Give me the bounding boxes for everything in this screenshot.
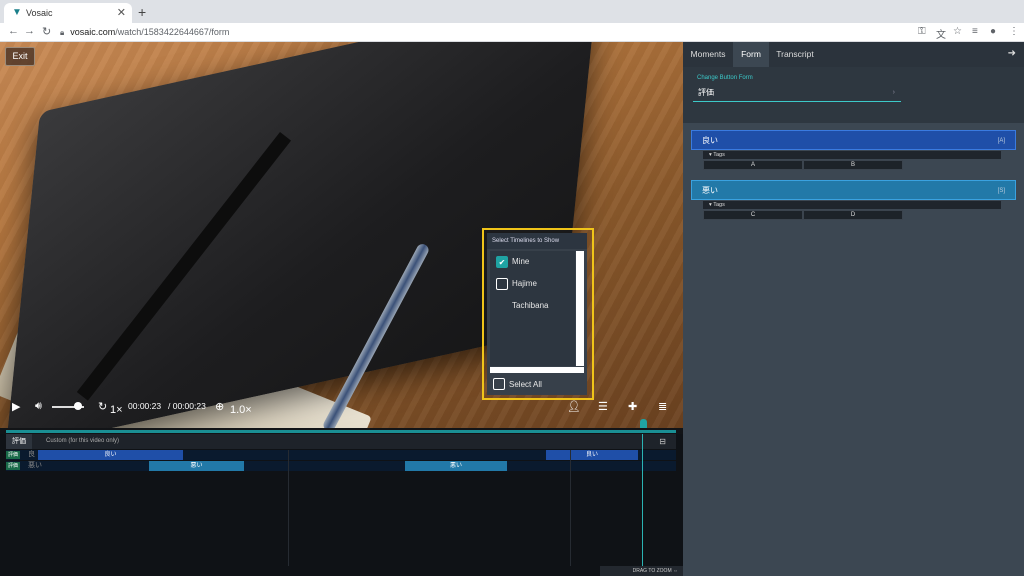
star-icon[interactable]: ☆ [953,26,962,37]
tags-label: Tags [713,202,725,208]
moment-button-label: 良い [702,136,718,145]
logout-icon[interactable]: ➜ [1008,48,1016,59]
user-filter-icon[interactable]: 👤︎ [567,400,581,413]
tab-form[interactable]: Form [733,42,769,67]
layout-icon[interactable]: ≣ [658,400,667,413]
moment-button-good[interactable]: 良い [A] [691,130,1016,150]
hotkey-label: [A] [997,138,1005,144]
tag-b[interactable]: B [803,160,903,170]
tags-header[interactable]: ▾ Tags [703,201,1001,209]
play-icon[interactable]: ▶ [12,400,20,413]
translate-icon[interactable]: 文 [936,26,946,41]
timeline-segment[interactable]: 悪い [405,461,507,471]
current-time: 00:00:23 [128,401,162,411]
browser-tab[interactable]: ▼ Vosaic ✕ [4,3,132,23]
lock-icon: 🔒︎ [60,28,65,37]
zoom-icon[interactable]: ⊕ [215,400,224,413]
grid-line [570,450,571,566]
add-comment-icon[interactable]: ✚ [628,400,637,413]
select-all-option[interactable]: Select All [487,374,587,395]
scrubber-handle[interactable] [640,419,647,428]
timeline-segment[interactable]: 良い [38,450,183,460]
chevron-right-icon: › [892,89,895,96]
tag-a[interactable]: A [703,160,803,170]
timeline-tab-custom[interactable]: Custom (for this video only) [40,434,125,449]
tags-header[interactable]: ▾ Tags [703,151,1001,159]
change-button-form-label[interactable]: Change Button Form [697,75,753,81]
picker-item-hajime[interactable]: Hajime Tachibana [490,273,575,310]
vosaic-favicon-icon: ▼ [12,7,22,18]
reload-button[interactable]: ↻ [42,25,51,38]
zoom-level: 1.0× [230,404,252,416]
timeline-row: 評価 良 良い 良い [6,450,676,460]
form-header: Change Button Form 評価 › [683,67,1024,123]
tab-close-icon[interactable]: ✕ [117,6,126,19]
tag-row: C D [703,210,903,220]
hotkey-label: [S] [997,188,1005,194]
moment-button-label: 悪い [702,186,718,195]
timeline-playhead[interactable] [642,434,643,570]
picker-item-mine[interactable]: ✔ Mine [490,251,575,273]
tab-transcript[interactable]: Transcript [769,42,821,67]
tags-label: Tags [713,152,725,158]
select-all-label: Select All [509,380,542,389]
tab-moments[interactable]: Moments [683,42,733,67]
timeline-segment[interactable]: 悪い [149,461,244,471]
picker-list: ✔ Mine Hajime Tachibana [490,251,575,366]
media-queue-icon[interactable]: ≡ [972,26,978,37]
replay-speed: 1× [110,404,123,416]
profile-icon[interactable]: ● [990,26,996,37]
new-tab-button[interactable]: + [138,4,146,20]
drag-to-zoom-hint[interactable]: DRAG TO ZOOM ⇔ [600,566,683,576]
grid-line [288,450,289,566]
url-host: vosaic.com [70,27,116,37]
replay-icon[interactable]: ↻ [98,400,107,413]
timeline-segment[interactable]: 良い [546,450,638,460]
checkbox-checked-icon[interactable]: ✔ [496,256,508,268]
browser-toolbar: ← → ↻ 🔒︎ vosaic.com/watch/1583422644667/f… [0,23,1024,42]
browser-tabstrip: ▼ Vosaic ✕ + [0,0,1024,23]
timeline-picker: Select Timelines to Show ✔ Mine Hajime T… [487,233,587,395]
tag-row: A B [703,160,903,170]
checkbox-icon[interactable] [496,278,508,290]
timeline-tabs: 評価 Custom (for this video only) ⊟ [6,434,676,449]
scrubber-track[interactable] [6,430,676,433]
zoom-hint-text: DRAG TO ZOOM [632,568,672,574]
tag-c[interactable]: C [703,210,803,220]
address-bar[interactable]: 🔒︎ vosaic.com/watch/1583422644667/form [60,25,920,40]
moment-button-bad[interactable]: 悪い [S] [691,180,1016,200]
total-time: / 00:00:23 [168,401,206,411]
side-panel: Moments Form Transcript ➜ Change Button … [683,42,1024,576]
timeline-row: 評価 悪い 悪い 悪い [6,461,676,471]
back-button[interactable]: ← [8,25,19,37]
url-path: /watch/1583422644667/form [115,27,230,37]
picker-scrollbar[interactable] [576,251,584,366]
exit-button[interactable]: Exit [5,47,35,66]
form-select[interactable]: 評価 › [693,84,901,102]
key-icon[interactable]: ⚿ [918,26,926,37]
picker-header: Select Timelines to Show [487,233,587,249]
picker-hscrollbar[interactable] [490,367,584,373]
timeline-tab-hyouka[interactable]: 評価 [6,434,32,449]
form-select-value: 評価 [698,88,714,97]
timeline-area: 評価 Custom (for this video only) ⊟ 評価 良 良… [0,434,683,576]
picker-item-label: Hajime Tachibana [512,279,549,310]
panel-tabs: Moments Form Transcript ➜ [683,42,1024,67]
tag-d[interactable]: D [803,210,903,220]
picker-item-label: Mine [512,257,530,266]
volume-icon[interactable]: 🔊︎ [35,400,42,413]
row-form-tag: 評価 [6,451,21,459]
row-category: 良 [28,451,35,458]
row-category: 悪い [28,462,42,469]
forward-button[interactable]: → [24,25,35,37]
volume-knob[interactable] [74,402,82,410]
row-form-tag: 評価 [6,462,21,470]
tab-title: Vosaic [26,8,53,18]
list-toggle-icon[interactable]: ☰ [598,400,608,413]
menu-icon[interactable]: ⋮ [1009,26,1019,37]
collapse-icon[interactable]: ⊟ [659,437,666,446]
checkbox-icon[interactable] [493,378,505,390]
